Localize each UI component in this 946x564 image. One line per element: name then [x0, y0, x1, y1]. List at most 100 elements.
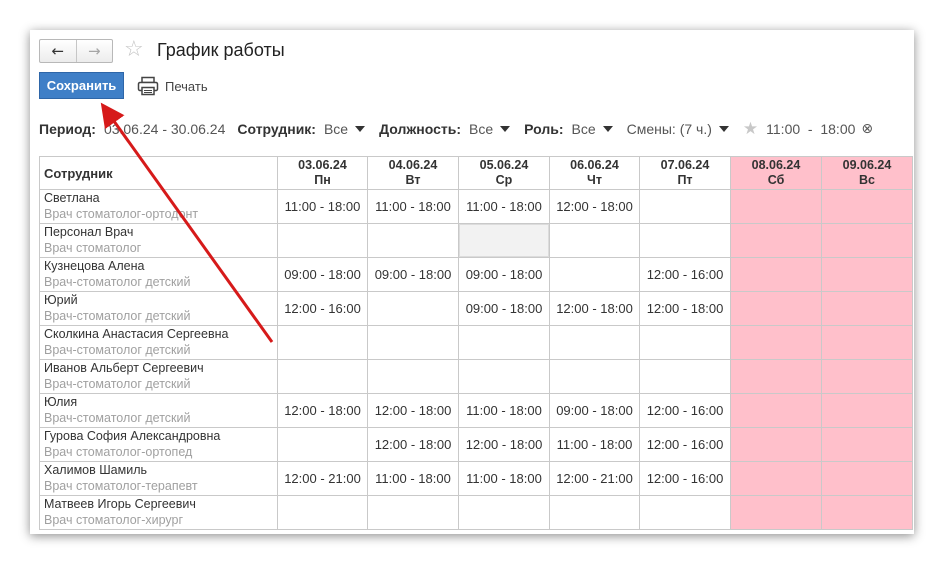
employee-cell[interactable]: Гурова София Александровна Врач стоматоло…	[39, 427, 278, 462]
day-column-header[interactable]: 05.06.24 Ср	[458, 156, 550, 190]
employee-cell[interactable]: Персонал Врач Врач стоматолог	[39, 223, 278, 258]
shift-cell[interactable]	[730, 325, 822, 360]
shifts-filter-label[interactable]: Смены: (7 ч.)	[627, 121, 712, 137]
shift-cell[interactable]: 12:00 - 18:00	[367, 393, 459, 428]
shift-cell[interactable]: 12:00 - 18:00	[639, 291, 731, 326]
shift-cell[interactable]	[821, 189, 913, 224]
shift-cell[interactable]	[730, 495, 822, 530]
shift-cell[interactable]	[821, 393, 913, 428]
shift-cell[interactable]	[821, 359, 913, 394]
back-button[interactable]: ←	[40, 40, 77, 62]
shift-cell[interactable]: 12:00 - 18:00	[458, 427, 550, 462]
shift-cell[interactable]: 12:00 - 18:00	[549, 189, 640, 224]
period-value[interactable]: 03.06.24 - 30.06.24	[104, 121, 225, 137]
shift-cell[interactable]	[458, 495, 550, 530]
shift-cell[interactable]: 09:00 - 18:00	[367, 257, 459, 292]
shift-cell[interactable]: 09:00 - 18:00	[549, 393, 640, 428]
shift-cell[interactable]	[730, 461, 822, 496]
shift-cell[interactable]	[730, 223, 822, 258]
shift-cell[interactable]	[367, 495, 459, 530]
shift-cell[interactable]	[730, 427, 822, 462]
shift-cell[interactable]	[730, 189, 822, 224]
role-dropdown-icon[interactable]	[602, 126, 613, 132]
shift-cell[interactable]	[639, 325, 731, 360]
shift-remove-icon[interactable]: ⊗	[861, 121, 873, 137]
employee-filter-value[interactable]: Все	[324, 121, 348, 137]
position-filter-value[interactable]: Все	[469, 121, 493, 137]
shift-cell[interactable]	[277, 359, 368, 394]
shift-cell[interactable]	[367, 359, 459, 394]
employee-column-header[interactable]: Сотрудник	[39, 156, 278, 190]
shift-cell[interactable]	[367, 325, 459, 360]
shift-cell[interactable]: 12:00 - 18:00	[277, 393, 368, 428]
day-column-header[interactable]: 08.06.24 Сб	[730, 156, 822, 190]
shift-cell[interactable]: 12:00 - 21:00	[277, 461, 368, 496]
forward-button[interactable]: →	[77, 40, 113, 62]
day-column-header[interactable]: 06.06.24 Чт	[549, 156, 640, 190]
print-button[interactable]: Печать	[137, 74, 208, 98]
day-column-header[interactable]: 09.06.24 Вс	[821, 156, 913, 190]
shift-cell[interactable]	[458, 325, 550, 360]
role-filter-value[interactable]: Все	[571, 121, 595, 137]
employee-cell[interactable]: Матвеев Игорь Сергеевич Врач стоматолог-х…	[39, 495, 278, 530]
shift-cell[interactable]	[821, 461, 913, 496]
shift-cell[interactable]: 12:00 - 16:00	[277, 291, 368, 326]
shift-cell[interactable]: 11:00 - 18:00	[458, 189, 550, 224]
shift-cell[interactable]	[821, 325, 913, 360]
shift-cell[interactable]	[549, 495, 640, 530]
shift-cell[interactable]: 09:00 - 18:00	[458, 257, 550, 292]
employee-cell[interactable]: Иванов Альберт Сергеевич Врач-стоматолог …	[39, 359, 278, 394]
shift-cell[interactable]	[730, 393, 822, 428]
employee-cell[interactable]: Юлия Врач-стоматолог детский	[39, 393, 278, 428]
employee-cell[interactable]: Юрий Врач-стоматолог детский	[39, 291, 278, 326]
employee-cell[interactable]: Кузнецова Алена Врач-стоматолог детский	[39, 257, 278, 292]
shift-cell[interactable]: 12:00 - 16:00	[639, 461, 731, 496]
shift-cell[interactable]	[458, 359, 550, 394]
shift-cell[interactable]	[730, 257, 822, 292]
shift-cell[interactable]	[549, 257, 640, 292]
employee-cell[interactable]: Халимов Шамиль Врач стоматолог-терапевт	[39, 461, 278, 496]
shift-star-icon[interactable]: ★	[743, 119, 758, 139]
shift-cell[interactable]: 12:00 - 16:00	[639, 427, 731, 462]
shift-cell[interactable]	[821, 257, 913, 292]
shift-cell[interactable]: 11:00 - 18:00	[367, 189, 459, 224]
shift-cell[interactable]	[277, 223, 368, 258]
day-column-header[interactable]: 07.06.24 Пт	[639, 156, 731, 190]
shift-cell[interactable]	[639, 359, 731, 394]
day-column-header[interactable]: 04.06.24 Вт	[367, 156, 459, 190]
shift-cell[interactable]: 11:00 - 18:00	[277, 189, 368, 224]
shift-cell[interactable]: 09:00 - 18:00	[458, 291, 550, 326]
shift-cell[interactable]	[639, 495, 731, 530]
shift-cell[interactable]	[458, 223, 550, 258]
day-column-header[interactable]: 03.06.24 Пн	[277, 156, 368, 190]
shift-cell[interactable]	[277, 495, 368, 530]
shift-cell[interactable]: 12:00 - 16:00	[639, 393, 731, 428]
employee-cell[interactable]: Светлана Врач стоматолог-ортодонт	[39, 189, 278, 224]
shift-cell[interactable]	[367, 223, 459, 258]
shift-cell[interactable]	[821, 427, 913, 462]
shift-cell[interactable]: 12:00 - 21:00	[549, 461, 640, 496]
shift-cell[interactable]: 11:00 - 18:00	[549, 427, 640, 462]
shift-cell[interactable]: 11:00 - 18:00	[367, 461, 459, 496]
save-button[interactable]: Сохранить	[39, 72, 124, 99]
employee-dropdown-icon[interactable]	[355, 126, 366, 132]
shift-cell[interactable]	[730, 359, 822, 394]
shift-cell[interactable]	[639, 189, 731, 224]
shift-cell[interactable]: 12:00 - 18:00	[367, 427, 459, 462]
shift-cell[interactable]	[730, 291, 822, 326]
shift-cell[interactable]	[821, 291, 913, 326]
shift-cell[interactable]	[821, 495, 913, 530]
shift-cell[interactable]	[821, 223, 913, 258]
shift-cell[interactable]	[639, 223, 731, 258]
position-dropdown-icon[interactable]	[500, 126, 511, 132]
shift-cell[interactable]	[549, 325, 640, 360]
shift-cell[interactable]: 11:00 - 18:00	[458, 393, 550, 428]
shift-cell[interactable]	[277, 427, 368, 462]
shift-cell[interactable]: 12:00 - 16:00	[639, 257, 731, 292]
shifts-dropdown-icon[interactable]	[718, 126, 729, 132]
employee-cell[interactable]: Сколкина Анастасия Сергеевна Врач-стомато…	[39, 325, 278, 360]
shift-cell[interactable]	[277, 325, 368, 360]
shift-cell[interactable]	[549, 359, 640, 394]
shift-cell[interactable]: 11:00 - 18:00	[458, 461, 550, 496]
shift-cell[interactable]: 09:00 - 18:00	[277, 257, 368, 292]
